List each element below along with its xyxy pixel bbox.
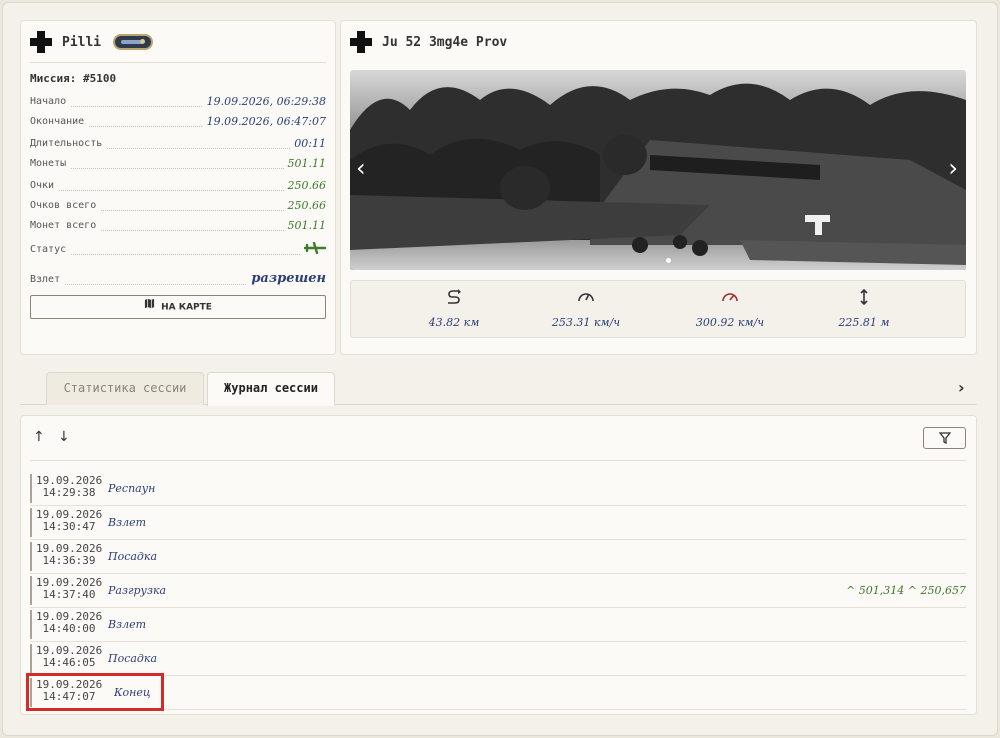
log-time: 14:30:47 (42, 520, 96, 533)
stat-max-speed: 300.92 км/ч (680, 288, 780, 329)
tabs-next-icon[interactable]: › (958, 378, 965, 397)
log-toolbar-divider (30, 460, 966, 461)
stat-distance-value: 43.82 км (428, 316, 480, 329)
row-start-value: 19.09.2026, 06:29:38 (202, 95, 326, 108)
row-start: Начало 19.09.2026, 06:29:38 (30, 95, 326, 112)
row-coins-total-label: Монет всего (30, 220, 101, 231)
log-time: 14:36:39 (42, 554, 96, 567)
aircraft-header: Ju 52 3mg4e Prov (350, 30, 507, 54)
log-entry[interactable]: 19.09.2026 14:36:39 Посадка (30, 540, 966, 574)
row-end-value: 19.09.2026, 06:47:07 (202, 115, 326, 128)
row-status-label: Статус (30, 244, 71, 255)
log-extra: ^ 501,314 ^ 250,657 (846, 584, 966, 597)
log-event: Взлет (108, 618, 147, 631)
row-duration-label: Длительность (30, 138, 107, 149)
pilot-header: Pilli (30, 30, 154, 54)
log-event: Респаун (108, 482, 156, 495)
row-coins-total-value: 501.11 (283, 219, 326, 232)
rank-badge-icon (113, 34, 154, 50)
aircraft-photo-carousel[interactable]: ‹ › (350, 70, 966, 270)
row-points-total-label: Очков всего (30, 200, 101, 211)
highlight-box (26, 673, 164, 711)
row-takeoff: Взлет разрешен (30, 271, 326, 290)
log-time: 14:37:40 (42, 588, 96, 601)
filter-icon (938, 429, 951, 448)
row-takeoff-value: разрешен (247, 271, 326, 286)
mission-title: Миссия: #5100 (30, 72, 117, 85)
row-coins: Монеты 501.11 (30, 157, 326, 174)
row-coins-value: 501.11 (283, 157, 326, 170)
log-event: Взлет (108, 516, 147, 529)
row-duration: Длительность 00:11 (30, 137, 326, 154)
status-plane-icon (300, 241, 327, 257)
aircraft-photo (350, 70, 966, 270)
stat-altitude: 225.81 м (814, 288, 914, 329)
log-entry[interactable]: 19.09.2026 14:29:38 Респаун (30, 472, 966, 506)
row-points-value: 250.66 (283, 179, 326, 192)
row-duration-value: 00:11 (290, 137, 326, 150)
aircraft-name: Ju 52 3mg4e Prov (382, 34, 508, 50)
speedometer-icon (577, 291, 595, 310)
carousel-prev-icon[interactable]: ‹ (356, 154, 366, 182)
max-speed-icon (721, 291, 739, 310)
row-coins-label: Монеты (30, 158, 71, 169)
log-time: 14:40:00 (42, 622, 96, 635)
carousel-next-icon[interactable]: › (948, 154, 958, 182)
log-event: Посадка (108, 652, 158, 665)
balkenkreuz-icon (30, 31, 52, 53)
map-icon (144, 296, 155, 318)
stat-avg-speed-value: 253.31 км/ч (551, 316, 621, 329)
altitude-icon (855, 288, 873, 310)
filter-button[interactable] (923, 427, 966, 449)
row-points-total-value: 250.66 (283, 199, 326, 212)
log-entry[interactable]: 19.09.2026 14:37:40 Разгрузка ^ 501,314 ^ 2… (30, 574, 966, 608)
sort-ascending-icon[interactable]: ↑ (33, 429, 45, 445)
log-entry[interactable]: 19.09.2026 14:40:00 Взлет (30, 608, 966, 642)
show-on-map-button[interactable]: НА КАРТЕ (30, 295, 326, 319)
row-end: Окончание 19.09.2026, 06:47:07 (30, 115, 326, 132)
row-takeoff-label: Взлет (30, 274, 65, 285)
row-points-total: Очков всего 250.66 (30, 199, 326, 216)
stat-avg-speed: 253.31 км/ч (536, 288, 636, 329)
pilot-name[interactable]: Pilli (62, 35, 101, 50)
row-coins-total: Монет всего 501.11 (30, 219, 326, 236)
row-end-label: Окончание (30, 116, 89, 127)
header-divider (30, 62, 326, 63)
log-time: 14:46:05 (42, 656, 96, 669)
carousel-dot[interactable] (666, 258, 671, 263)
log-entry[interactable]: 19.09.2026 14:47:07 Конец (30, 676, 966, 710)
row-points-label: Очки (30, 180, 59, 191)
stat-distance: 43.82 км (404, 288, 504, 329)
tab-session-log[interactable]: Журнал сессии (207, 372, 335, 406)
row-status: Статус (30, 241, 327, 260)
log-event: Посадка (108, 550, 158, 563)
tab-session-log-label: Журнал сессии (224, 381, 318, 395)
row-points: Очки 250.66 (30, 179, 326, 196)
log-time: 14:29:38 (42, 486, 96, 499)
tab-session-stats[interactable]: Статистика сессии (46, 372, 204, 405)
distance-icon (445, 289, 463, 310)
show-on-map-label: НА КАРТЕ (161, 302, 212, 313)
aircraft-cross-icon (350, 31, 372, 53)
log-event: Разгрузка (108, 584, 167, 597)
row-start-label: Начало (30, 96, 71, 107)
log-entry[interactable]: 19.09.2026 14:30:47 Взлет (30, 506, 966, 540)
sort-descending-icon[interactable]: ↓ (58, 429, 70, 445)
tab-session-stats-label: Статистика сессии (63, 381, 187, 395)
log-entry[interactable]: 19.09.2026 14:46:05 Посадка (30, 642, 966, 676)
stat-altitude-value: 225.81 м (838, 316, 890, 329)
stat-max-speed-value: 300.92 км/ч (695, 316, 765, 329)
